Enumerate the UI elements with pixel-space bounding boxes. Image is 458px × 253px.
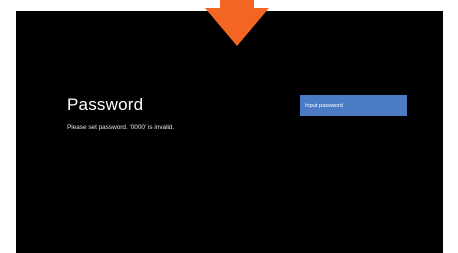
password-instructions: Please set password. '0000' is invalid.	[67, 124, 175, 131]
password-input[interactable]	[300, 95, 407, 116]
tv-screen: Password Please set password. '0000' is …	[16, 11, 443, 253]
page-title: Password	[67, 95, 144, 114]
